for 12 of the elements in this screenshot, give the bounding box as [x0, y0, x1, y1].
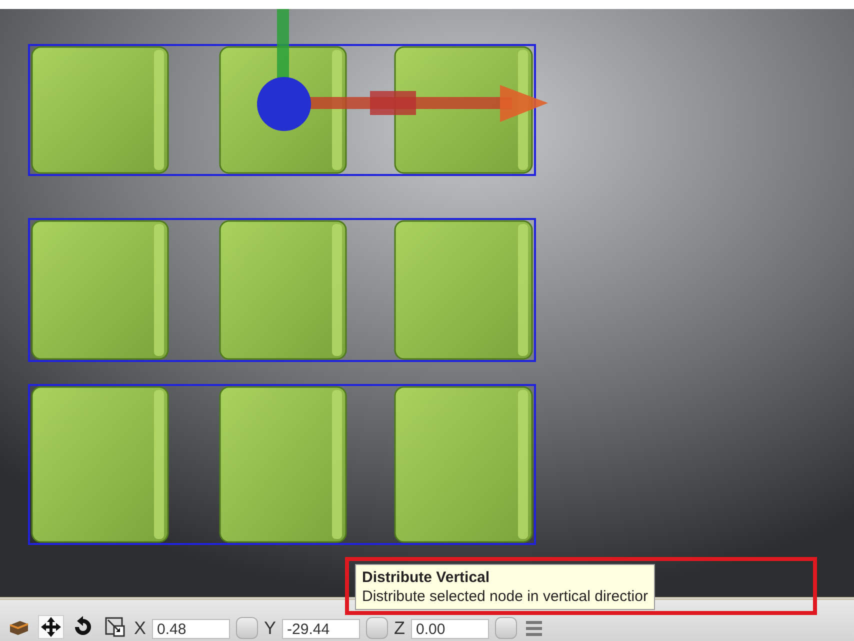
- coordinate-field[interactable]: 0.00: [411, 619, 490, 639]
- tool-button[interactable]: [38, 615, 64, 639]
- tooltip-title: Distribute Vertical: [362, 568, 491, 587]
- tooltip-text: Distribute selected node in vertical directior: [362, 587, 648, 606]
- rotate-icon: [72, 616, 94, 638]
- axis-label: X: [134, 618, 146, 639]
- axis-label: Y: [264, 618, 276, 639]
- coordinate-field[interactable]: -29.44: [282, 619, 360, 639]
- coordinate-field[interactable]: 0.48: [152, 619, 230, 639]
- scale-icon: [104, 616, 126, 638]
- axis-label: Z: [394, 618, 406, 639]
- move-icon: [40, 616, 62, 638]
